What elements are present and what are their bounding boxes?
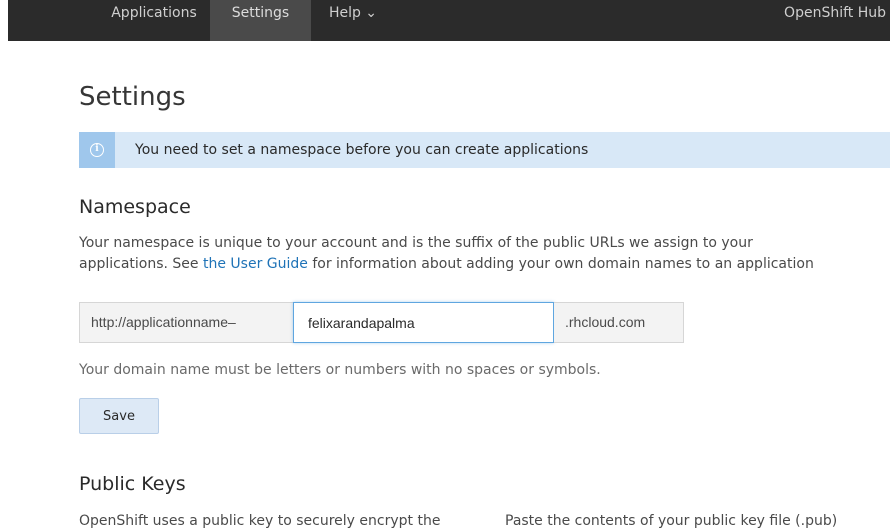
namespace-heading: Namespace — [79, 196, 191, 218]
public-keys-description: OpenShift uses a public key to securely … — [79, 513, 441, 529]
description-line-1: Your namespace is unique to your account… — [79, 235, 753, 251]
top-navbar: Applications Settings Help ⌄ OpenShift H… — [8, 0, 890, 41]
alert-icon-container: i — [79, 132, 115, 168]
nav-openshift-hub[interactable]: OpenShift Hub — [784, 0, 886, 32]
user-guide-link[interactable]: the User Guide — [203, 256, 308, 272]
nav-applications[interactable]: Applications — [94, 0, 214, 41]
public-keys-heading: Public Keys — [79, 473, 186, 495]
nav-help[interactable]: Help ⌄ — [311, 0, 395, 41]
namespace-description: Your namespace is unique to your account… — [79, 233, 890, 275]
description-line-2-prefix: applications. See — [79, 256, 203, 272]
nav-settings[interactable]: Settings — [210, 0, 311, 41]
alert-text: You need to set a namespace before you c… — [135, 142, 589, 158]
info-icon: i — [90, 143, 104, 157]
save-button[interactable]: Save — [79, 398, 159, 434]
url-prefix-addon: http://applicationname– — [79, 302, 293, 343]
page-title: Settings — [79, 82, 186, 112]
description-line-2-suffix: for information about adding your own do… — [307, 256, 814, 272]
namespace-help-text: Your domain name must be letters or numb… — [79, 362, 601, 378]
namespace-alert: i You need to set a namespace before you… — [79, 132, 890, 168]
namespace-input[interactable] — [293, 302, 554, 343]
url-suffix-addon: .rhcloud.com — [554, 302, 684, 343]
public-keys-instructions: Paste the contents of your public key fi… — [505, 513, 838, 529]
